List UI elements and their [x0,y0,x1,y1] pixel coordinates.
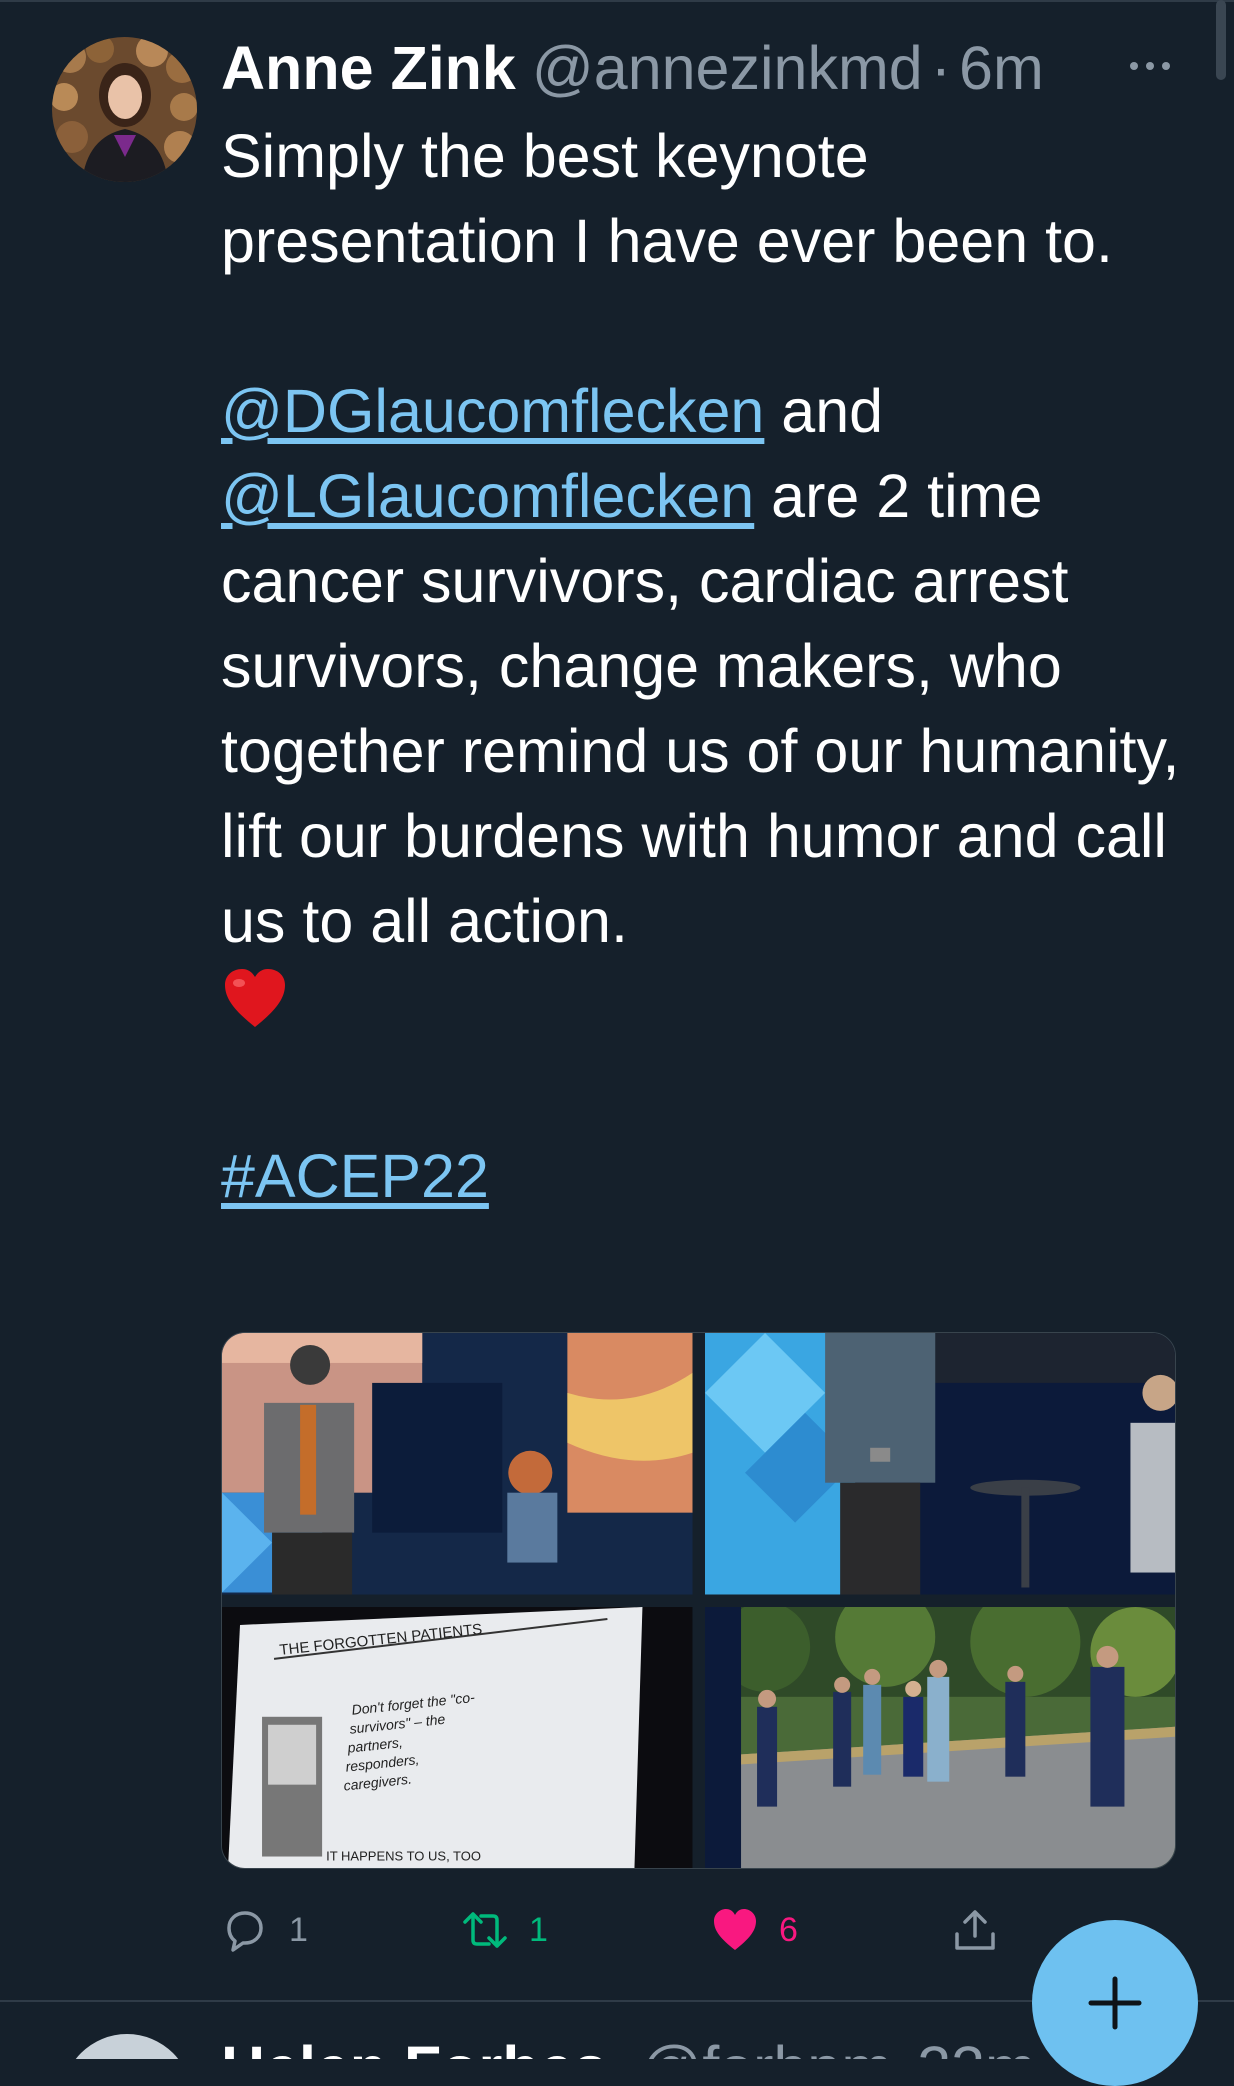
retweet-icon [463,1912,507,1948]
like-button[interactable]: 6 [711,1900,798,1960]
scrollbar[interactable] [1216,0,1226,80]
emoji-line [221,964,1181,1049]
reply-count: 1 [289,1910,308,1949]
tweet-text-rest: are 2 time cancer survivors, cardiac arr… [221,462,1180,955]
retweet-count: 1 [529,1910,548,1949]
retweet-button[interactable]: 1 [461,1900,548,1960]
timestamp[interactable]: 6m [959,28,1044,108]
tweet-text-and: and [764,377,884,445]
display-name[interactable]: Helen Forbes [221,2034,607,2059]
user-handle[interactable]: @annezinkmd [532,28,923,108]
next-tweet-header: Helen Forbes @forbpm 22m [221,2028,1036,2059]
heart-icon [714,1909,756,1950]
more-icon[interactable] [1124,40,1176,92]
avatar[interactable] [62,2034,192,2059]
plus-icon [1088,1976,1142,2030]
timestamp[interactable]: 22m [917,2034,1036,2059]
tweet-actions: 1 1 6 [221,1900,1121,1960]
tweet-header: Anne Zink @annezinkmd · 6m [221,28,1044,108]
mention-link[interactable]: @DGlaucomflecken [221,377,764,445]
display-name[interactable]: Anne Zink [221,28,516,108]
separator-dot: · [930,34,952,102]
photo-speaker-stage[interactable] [222,1333,693,1595]
tweet-text-body: @DGlaucomflecken and @LGlaucomflecken ar… [221,369,1181,964]
top-divider [0,0,1234,2]
tweet-text-intro: Simply the best keynote presentation I h… [221,122,1113,275]
photo-woman-stage[interactable] [704,1333,1175,1595]
red-heart-emoji [221,965,289,1033]
hashtag-link[interactable]: #ACEP22 [221,1142,489,1210]
tweet-text: Simply the best keynote presentation I h… [221,114,1181,1219]
slide-footer: IT HAPPENS TO US, TOO [326,1848,481,1863]
share-icon [955,1910,995,1950]
reply-icon [227,1911,263,1952]
share-button[interactable] [951,1900,999,1960]
reply-button[interactable]: 1 [221,1900,308,1960]
avatar[interactable] [52,37,197,182]
photo-group-outdoors[interactable] [704,1606,1175,1868]
mention-link[interactable]: @LGlaucomflecken [221,462,754,530]
like-count: 6 [779,1910,798,1949]
photo-slide[interactable]: THE FORGOTTEN PATIENTS Don't forget the … [222,1606,693,1868]
user-handle[interactable]: @forbpm [640,2034,892,2059]
media-grid: THE FORGOTTEN PATIENTS Don't forget the … [221,1332,1176,1869]
compose-button[interactable] [1032,1920,1198,2086]
